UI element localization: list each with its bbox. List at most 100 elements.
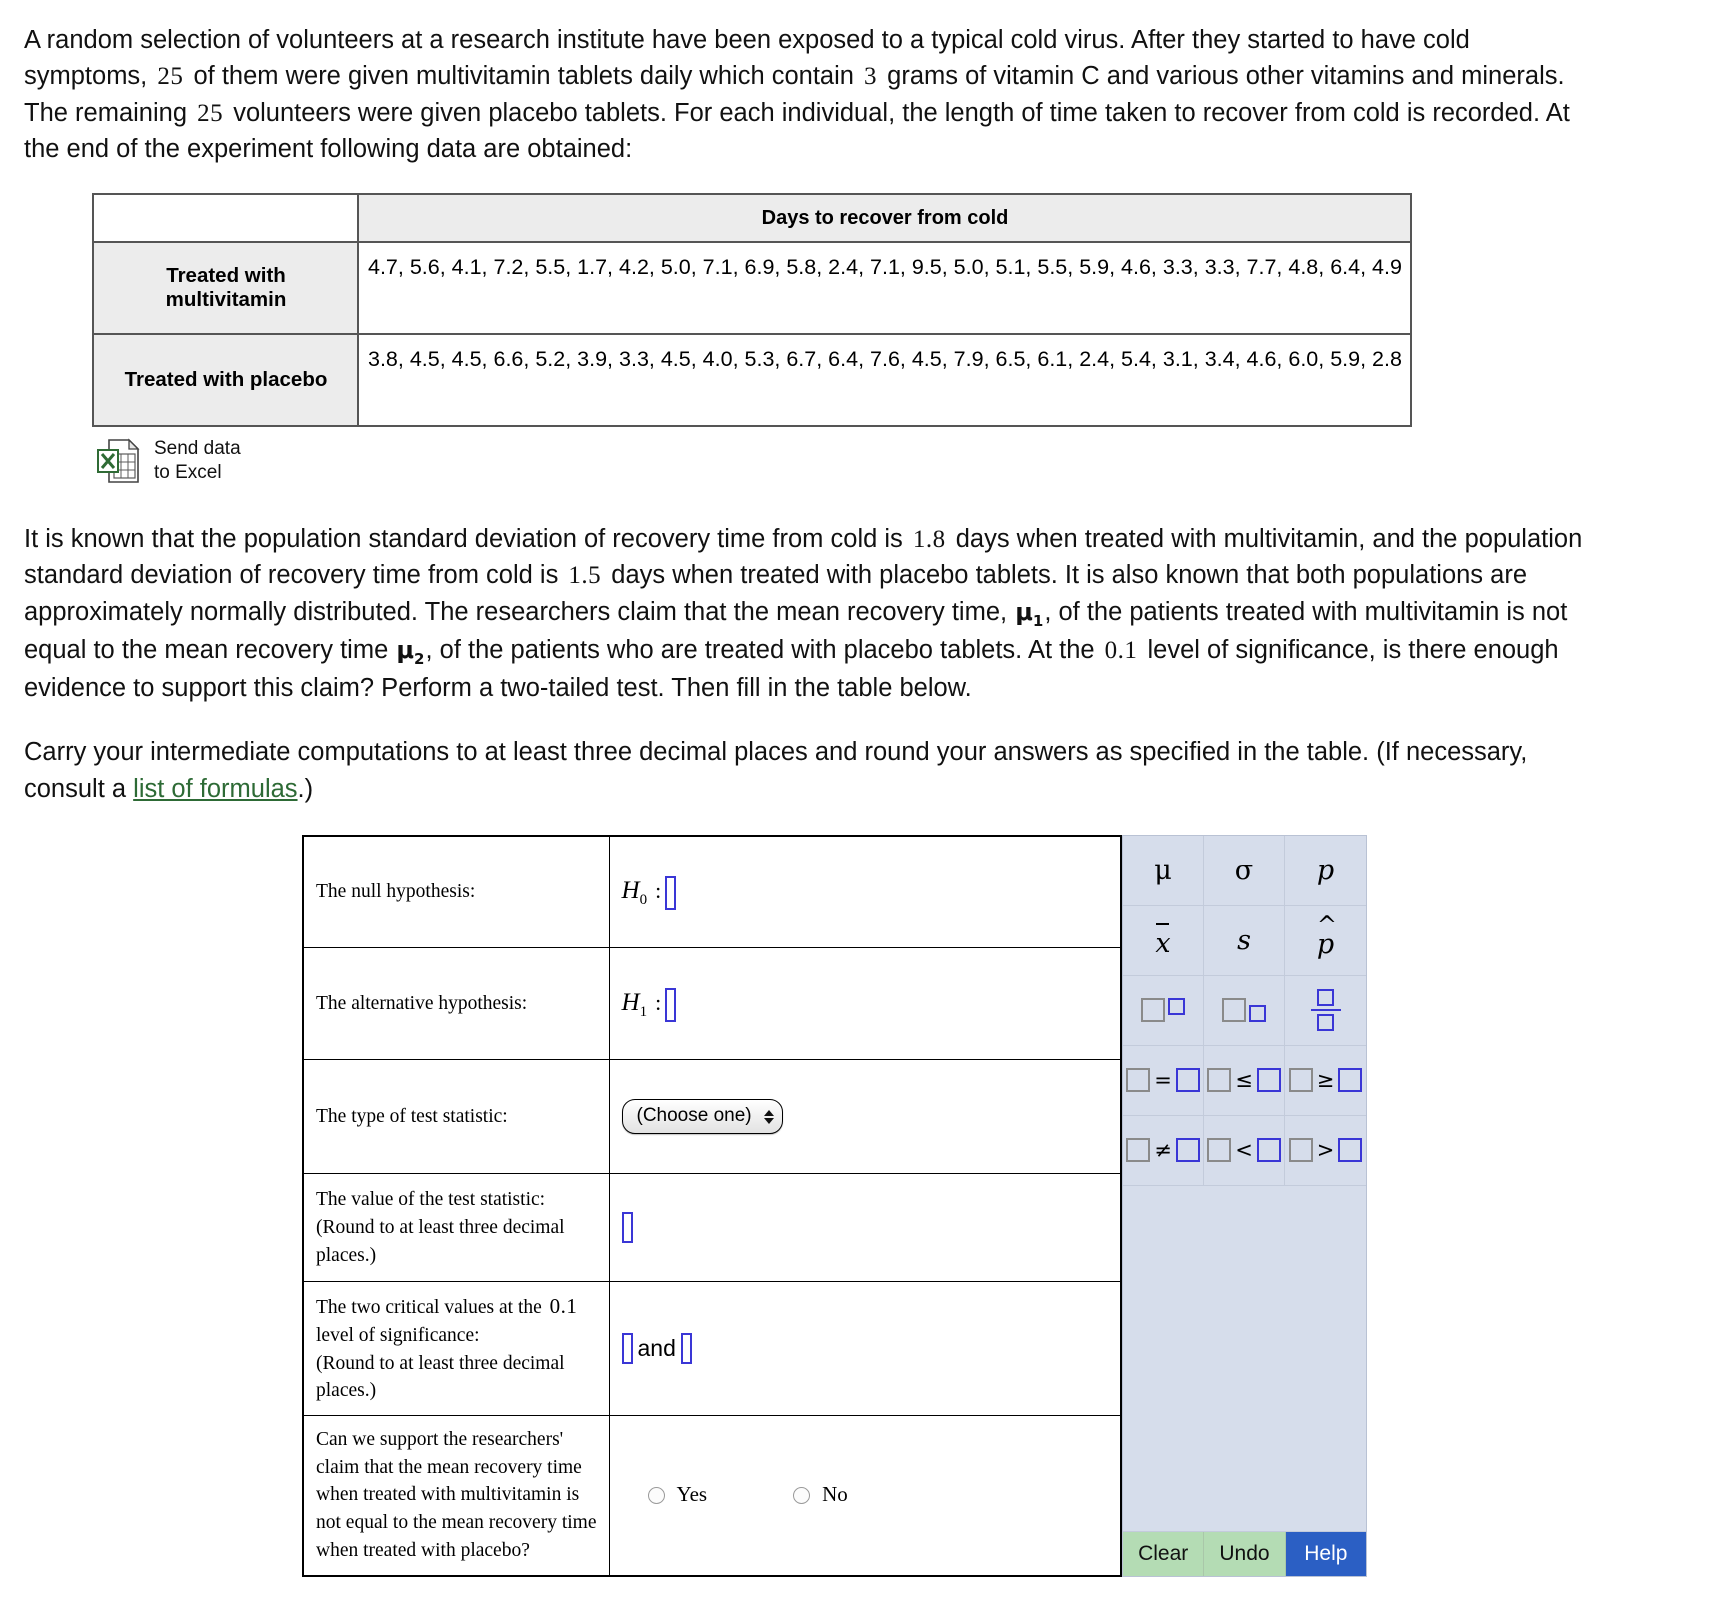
critical-values-field: and (608, 1281, 1122, 1417)
worksheet-page: A random selection of volunteers at a re… (0, 0, 1712, 1587)
test-statistic-type-dropdown[interactable]: (Choose one) (621, 1099, 783, 1135)
alt-hypothesis-input[interactable] (665, 988, 677, 1023)
radio-option-no[interactable]: No (793, 1480, 848, 1510)
critical-values-line1: The two critical values at the (316, 1297, 542, 1319)
x-bar-key[interactable]: x (1123, 905, 1204, 976)
mu-glyph: μ (1154, 854, 1172, 886)
excel-caption-line1: Send data (154, 438, 241, 460)
excel-caption-line2: to Excel (154, 462, 222, 484)
excel-file-icon (96, 438, 140, 484)
problem-statement: A random selection of volunteers at a re… (24, 22, 1584, 167)
intro-part2: of them were given multivitamin tablets … (193, 62, 854, 91)
answer-table: The null hypothesis: H0: The alternative… (302, 834, 1122, 1577)
radio-option-yes[interactable]: Yes (647, 1480, 708, 1510)
not-equal-key[interactable]: ≠ (1123, 1115, 1204, 1186)
critical-values-label: The two critical values at the 0.1 level… (302, 1281, 610, 1417)
table-header-row: Days to recover from cold (92, 193, 1412, 244)
row-label-placebo: Treated with placebo (92, 333, 359, 428)
problem-conditions: It is known that the population standard… (24, 521, 1584, 706)
help-button[interactable]: Help (1285, 1531, 1366, 1576)
test-statistic-value-field (608, 1173, 1122, 1283)
days-to-recover-table: Days to recover from cold Treated with m… (92, 193, 1412, 428)
sample-size-1: 25 (157, 63, 184, 91)
subscript-template-icon (1222, 998, 1266, 1023)
radio-yes-icon[interactable] (647, 1486, 665, 1504)
row-test-statistic-type: The type of test statistic: (Choose one) (302, 1059, 1122, 1175)
dropdown-selected-value: (Choose one) (636, 1105, 752, 1127)
test-statistic-value-label: The value of the test statistic: (Round … (302, 1173, 610, 1283)
row-conclusion: Can we support the researchers' claim th… (302, 1415, 1122, 1577)
table-row: Treated with multivitamin 4.7, 5.6, 4.1,… (92, 241, 1412, 336)
sample-size-2: 25 (197, 99, 224, 127)
test-statistic-value-input[interactable] (621, 1212, 633, 1244)
data-table-wrapper: Days to recover from cold Treated with m… (92, 193, 1688, 428)
subscript-template-key[interactable] (1204, 975, 1285, 1046)
rounding-s8: .) (297, 774, 314, 803)
send-data-to-excel-link[interactable]: Send data to Excel (96, 437, 241, 485)
intro-part4: volunteers were given placebo tablets. F… (24, 98, 1570, 164)
less-equal-key[interactable]: ≤ (1204, 1045, 1285, 1116)
greater-equal-icon: ≥ (1288, 1068, 1363, 1093)
row-label-multivitamin: Treated with multivitamin (92, 241, 359, 336)
test-statistic-value-line1: The value of the test statistic: (316, 1189, 546, 1211)
p-key[interactable]: p (1285, 835, 1366, 906)
s-glyph: s (1237, 924, 1251, 956)
equals-icon: = (1126, 1068, 1200, 1093)
keypad-grid: μ σ p x s p (1123, 835, 1366, 1186)
p-hat-key[interactable]: p (1285, 905, 1366, 976)
row-test-statistic-value: The value of the test statistic: (Round … (302, 1173, 1122, 1283)
row-alternative-hypothesis: The alternative hypothesis: H1: (302, 947, 1122, 1061)
sigma-key[interactable]: σ (1204, 835, 1285, 906)
critical-value-lower-input[interactable] (621, 1333, 633, 1365)
alt-hypothesis-label: The alternative hypothesis: (302, 947, 610, 1061)
test-statistic-value-line2: (Round to at least three decimal places.… (316, 1216, 565, 1266)
s-key[interactable]: s (1204, 905, 1285, 976)
superscript-template-key[interactable] (1123, 975, 1204, 1046)
fraction-template-key[interactable] (1285, 975, 1366, 1046)
mu-key[interactable]: μ (1123, 835, 1204, 906)
significance-level: 0.1 (1104, 637, 1138, 664)
test-statistic-type-field: (Choose one) (608, 1059, 1122, 1175)
yes-no-radio-group: Yes No (647, 1480, 1109, 1510)
clear-button[interactable]: Clear (1123, 1531, 1205, 1576)
critical-value-upper-input[interactable] (680, 1333, 692, 1365)
rounding-instructions: Carry your intermediate computations to … (24, 734, 1584, 806)
row-values-placebo: 3.8, 4.5, 4.5, 6.6, 5.2, 3.9, 3.3, 4.5, … (357, 333, 1412, 428)
radio-no-label: No (822, 1482, 848, 1507)
null-hypothesis-input[interactable] (665, 876, 677, 911)
undo-button[interactable]: Undo (1204, 1531, 1286, 1576)
radio-yes-label: Yes (676, 1482, 708, 1507)
greater-than-key[interactable]: > (1285, 1115, 1366, 1186)
greater-equal-key[interactable]: ≥ (1285, 1045, 1366, 1116)
h1-colon: : (655, 989, 662, 1015)
chevron-updown-icon (763, 1109, 774, 1124)
p-glyph: p (1316, 854, 1335, 886)
list-of-formulas-link[interactable]: list of formulas (133, 775, 297, 803)
less-than-key[interactable]: < (1204, 1115, 1285, 1186)
superscript-template-icon (1141, 998, 1185, 1023)
math-symbol-keypad: μ σ p x s p (1122, 834, 1367, 1577)
radio-no-icon[interactable] (793, 1486, 811, 1504)
alt-hypothesis-field: H1: (608, 947, 1122, 1061)
row-values-multivitamin: 4.7, 5.6, 4.1, 7.2, 5.5, 1.7, 4.2, 5.0, … (357, 241, 1412, 336)
h0-symbol: H0 (621, 876, 648, 908)
not-equal-icon: ≠ (1126, 1138, 1200, 1163)
conclusion-question: Can we support the researchers' claim th… (302, 1415, 610, 1577)
keypad-spacer (1123, 1185, 1366, 1531)
h1-symbol: H1 (621, 988, 648, 1020)
critical-values-line3: (Round to at least three decimal places.… (316, 1352, 565, 1402)
equals-key[interactable]: = (1123, 1045, 1204, 1116)
less-than-icon: < (1207, 1138, 1281, 1163)
vitamin-grams: 3 (864, 63, 878, 91)
table-corner-cell (92, 193, 359, 244)
critical-values-line2: level of significance: (316, 1325, 480, 1347)
conditions-s1: It is known that the population standard… (24, 524, 903, 553)
row-null-hypothesis: The null hypothesis: H0: (302, 835, 1122, 949)
h0-colon: : (655, 877, 662, 903)
keypad-action-bar: Clear Undo Help (1123, 1530, 1366, 1576)
greater-than-icon: > (1288, 1138, 1363, 1163)
x-bar-glyph: x (1155, 921, 1171, 959)
sigma-glyph: σ (1234, 854, 1254, 886)
conditions-s5: , of the patients who are treated with p… (425, 636, 1095, 664)
test-statistic-type-label: The type of test statistic: (302, 1059, 610, 1175)
